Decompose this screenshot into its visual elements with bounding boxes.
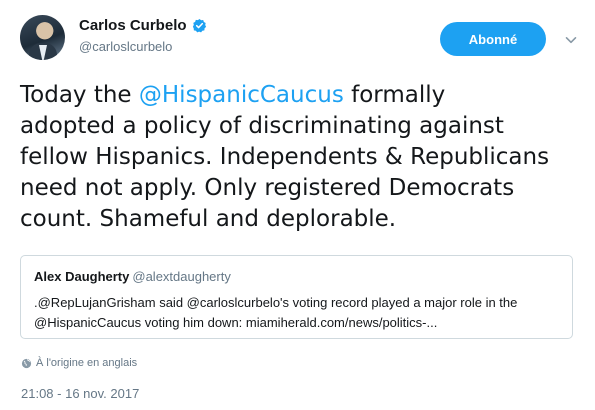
quoted-text-line: @HispanicCaucus voting him down: miamihe… [34, 315, 438, 330]
translation-note-text: À l'origine en anglais [36, 357, 138, 369]
tweet-text: Today the @HispanicCaucus formally adopt… [20, 80, 585, 235]
tweet-text-segment: Today the [20, 82, 139, 108]
quoted-tweet[interactable]: Alex Daugherty @alextdaugherty .@RepLujan… [20, 255, 573, 339]
author-name-row: Carlos Curbelo [79, 17, 207, 34]
quoted-text-line: .@RepLujanGrisham said @carloslcurbelo's… [34, 295, 518, 310]
tweet-text-line: fellow Hispanics. Independents & Republi… [20, 144, 550, 170]
quoted-author-handle: @alextdaugherty [132, 269, 231, 284]
verified-badge-icon [192, 18, 206, 33]
tweet-text-line: count. Shameful and deplorable. [20, 206, 397, 232]
quoted-tweet-text: .@RepLujanGrisham said @carloslcurbelo's… [34, 293, 559, 333]
tweet-text-line: adopted a policy of discriminating again… [20, 113, 504, 139]
translation-note: À l'origine en anglais [21, 357, 137, 369]
author-handle[interactable]: @carloslcurbelo [79, 39, 172, 54]
quoted-tweet-header: Alex Daugherty @alextdaugherty [34, 269, 231, 284]
quoted-author-name: Alex Daugherty [34, 269, 130, 284]
mention-link[interactable]: @HispanicCaucus [139, 82, 344, 108]
timestamp[interactable]: 21:08 - 16 nov. 2017 [21, 386, 139, 401]
tweet-text-segment: formally [343, 82, 446, 108]
avatar[interactable] [20, 15, 65, 60]
author-display-name[interactable]: Carlos Curbelo [79, 17, 187, 34]
following-button[interactable]: Abonné [440, 22, 546, 56]
tweet-card: Carlos Curbelo @carloslcurbelo Abonné To… [0, 0, 595, 410]
globe-icon [21, 358, 32, 368]
tweet-text-line: need not apply. Only registered Democrat… [20, 175, 515, 201]
chevron-down-icon[interactable] [564, 33, 578, 47]
